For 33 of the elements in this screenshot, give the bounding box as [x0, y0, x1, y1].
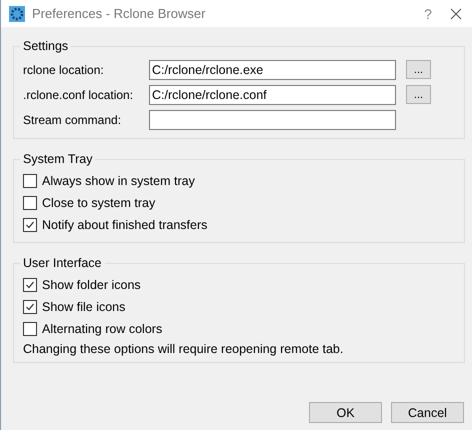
info-text: Changing these options will require reopening remote tab.: [23, 342, 344, 356]
group-title: User Interface: [22, 256, 103, 270]
input-field[interactable]: C:/rclone/rclone.exe: [149, 60, 396, 80]
browse-button[interactable]: ...: [406, 85, 431, 104]
input-field[interactable]: C:/rclone/rclone.conf: [149, 84, 396, 104]
checkmark-icon: [25, 220, 35, 230]
checkbox-label: Always show in system tray: [42, 174, 195, 188]
checkmark-icon: [25, 280, 35, 290]
window-title: Preferences - Rclone Browser: [32, 6, 206, 21]
close-icon[interactable]: [450, 8, 462, 20]
browse-button[interactable]: ...: [406, 60, 431, 79]
checkbox-label: Alternating row colors: [42, 322, 162, 336]
checkmark-icon: [25, 302, 35, 312]
group-title: Settings: [22, 39, 70, 53]
app-logo-icon: [9, 6, 25, 22]
dialog-button[interactable]: OK: [309, 402, 382, 423]
checkbox[interactable]: [23, 196, 37, 210]
checkbox-label: Notify about finished transfers: [42, 218, 208, 232]
checkbox[interactable]: [23, 218, 37, 232]
checkbox[interactable]: [23, 278, 37, 292]
checkbox[interactable]: [23, 322, 37, 336]
group-title: System Tray: [22, 152, 94, 166]
field-label: rclone location:: [23, 62, 105, 76]
dialog-button[interactable]: Cancel: [391, 402, 464, 423]
field-label: Stream command:: [23, 112, 122, 126]
help-button[interactable]: ?: [413, 6, 443, 22]
input-field[interactable]: [149, 110, 396, 130]
checkbox[interactable]: [23, 174, 37, 188]
checkbox-label: Show file icons: [42, 300, 126, 314]
checkbox-label: Show folder icons: [42, 278, 141, 292]
checkbox[interactable]: [23, 300, 37, 314]
field-label: .rclone.conf location:: [23, 88, 134, 102]
checkbox-label: Close to system tray: [42, 196, 156, 210]
